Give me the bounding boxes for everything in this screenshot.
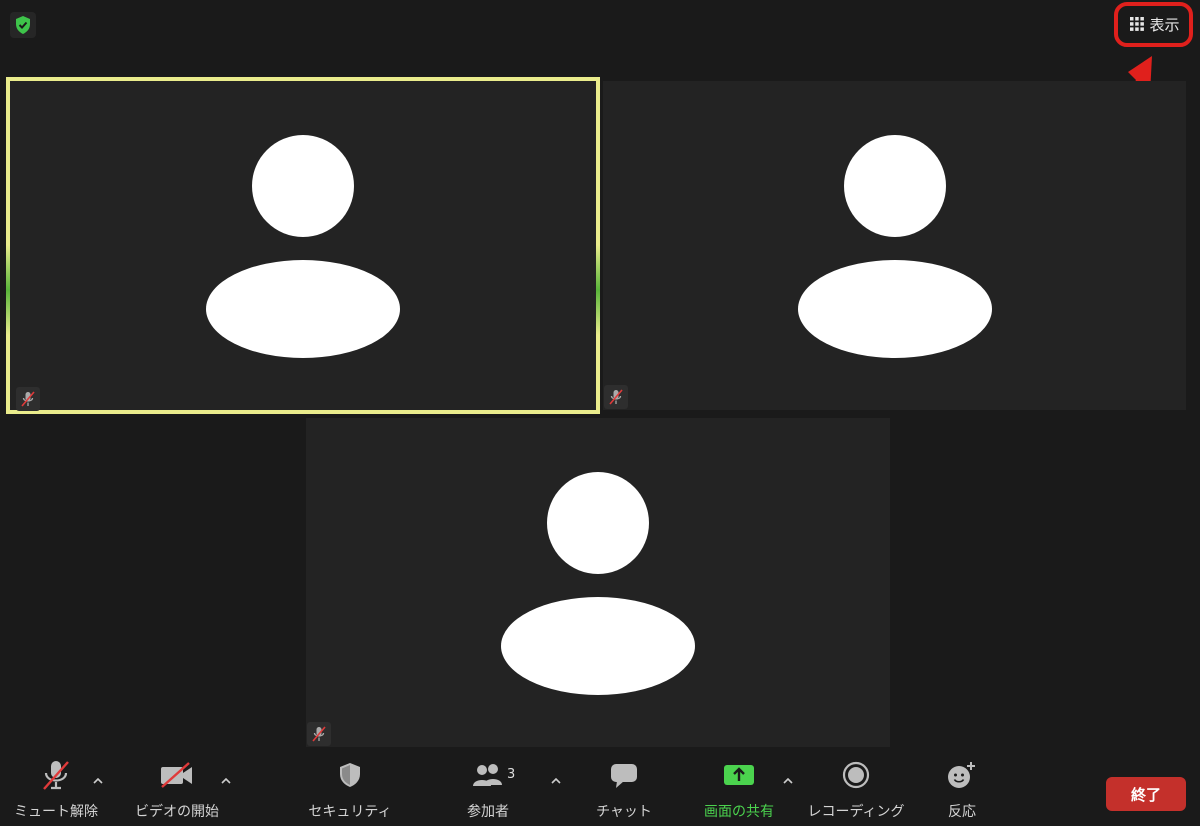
muted-indicator — [604, 385, 628, 409]
participants-options-caret[interactable] — [548, 773, 564, 789]
security-button[interactable]: セキュリティ — [308, 755, 392, 826]
muted-indicator — [16, 387, 40, 411]
start-video-button[interactable]: ビデオの開始 — [132, 755, 222, 826]
share-options-caret[interactable] — [780, 773, 796, 789]
chat-bubble-icon — [611, 764, 637, 788]
participants-button[interactable]: 参加者 — [458, 755, 518, 826]
reactions-label: 反応 — [948, 804, 976, 820]
chevron-up-icon — [93, 778, 103, 784]
share-screen-button[interactable]: 画面の共有 — [694, 755, 784, 826]
chat-label: チャット — [596, 804, 652, 820]
microphone-muted-icon — [312, 726, 326, 742]
muted-indicator — [307, 722, 331, 746]
shield-check-icon — [16, 16, 30, 34]
unmute-button[interactable]: ミュート解除 — [14, 755, 98, 826]
chevron-up-icon — [221, 778, 231, 784]
grid-icon — [1130, 17, 1145, 31]
speaking-indicator-right — [596, 245, 600, 335]
audio-options-caret[interactable] — [90, 773, 106, 789]
person-silhouette-icon — [206, 134, 400, 358]
chevron-up-icon — [783, 778, 793, 784]
emoji-add-icon — [948, 762, 975, 788]
participants-label: 参加者 — [467, 804, 509, 820]
view-button-label: 表示 — [1149, 15, 1180, 34]
reactions-button[interactable]: 反応 — [940, 755, 984, 826]
participants-icon — [473, 764, 502, 786]
top-bar: 表示 — [0, 0, 1200, 50]
share-screen-label: 画面の共有 — [704, 804, 774, 820]
participant-tile-2[interactable] — [603, 81, 1186, 410]
participant-tile-1[interactable] — [6, 77, 600, 414]
speaking-indicator-left — [6, 245, 10, 335]
participant-tile-3[interactable] — [306, 418, 890, 747]
video-options-caret[interactable] — [218, 773, 234, 789]
security-label: セキュリティ — [308, 804, 392, 820]
person-silhouette-icon — [797, 134, 992, 358]
microphone-muted-icon — [43, 761, 69, 790]
security-status-badge[interactable] — [10, 12, 36, 38]
microphone-muted-icon — [609, 389, 623, 405]
meeting-toolbar: ミュート解除 ビデオの開始 セキュリティ 参加者 3 チャット 画面の共有 レコ… — [0, 755, 1200, 826]
view-button[interactable]: 表示 — [1120, 6, 1190, 42]
start-video-label: ビデオの開始 — [135, 804, 219, 820]
end-meeting-button[interactable]: 終了 — [1106, 777, 1186, 811]
chat-button[interactable]: チャット — [594, 755, 654, 826]
participants-count: 3 — [507, 767, 516, 782]
microphone-muted-icon — [21, 391, 35, 407]
recording-button[interactable]: レコーディング — [807, 755, 905, 826]
shield-icon — [340, 763, 360, 787]
video-camera-off-icon — [161, 762, 192, 788]
recording-label: レコーディング — [807, 804, 905, 820]
share-screen-icon — [724, 765, 754, 785]
chevron-up-icon — [551, 778, 561, 784]
unmute-label: ミュート解除 — [14, 804, 98, 820]
record-icon — [842, 761, 870, 789]
person-silhouette-icon — [501, 471, 695, 695]
